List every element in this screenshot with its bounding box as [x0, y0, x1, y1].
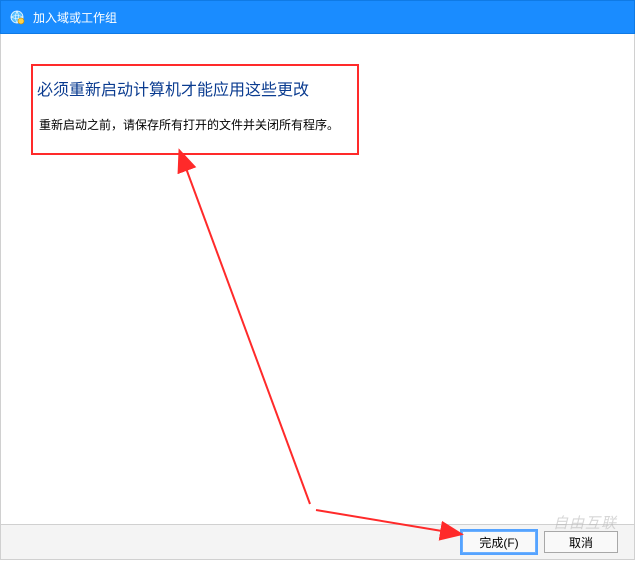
cancel-button[interactable]: 取消	[544, 531, 618, 553]
restart-heading: 必须重新启动计算机才能应用这些更改	[37, 76, 343, 100]
finish-button[interactable]: 完成(F)	[462, 531, 536, 553]
restart-subtext: 重新启动之前，请保存所有打开的文件并关闭所有程序。	[37, 116, 343, 133]
dialog-content: 必须重新启动计算机才能应用这些更改 重新启动之前，请保存所有打开的文件并关闭所有…	[0, 34, 635, 524]
titlebar: 加入域或工作组	[0, 0, 635, 34]
window-title: 加入域或工作组	[33, 9, 117, 26]
network-globe-icon	[9, 9, 25, 25]
message-highlight-box: 必须重新启动计算机才能应用这些更改 重新启动之前，请保存所有打开的文件并关闭所有…	[31, 64, 359, 155]
dialog-footer: 完成(F) 取消	[0, 524, 635, 560]
